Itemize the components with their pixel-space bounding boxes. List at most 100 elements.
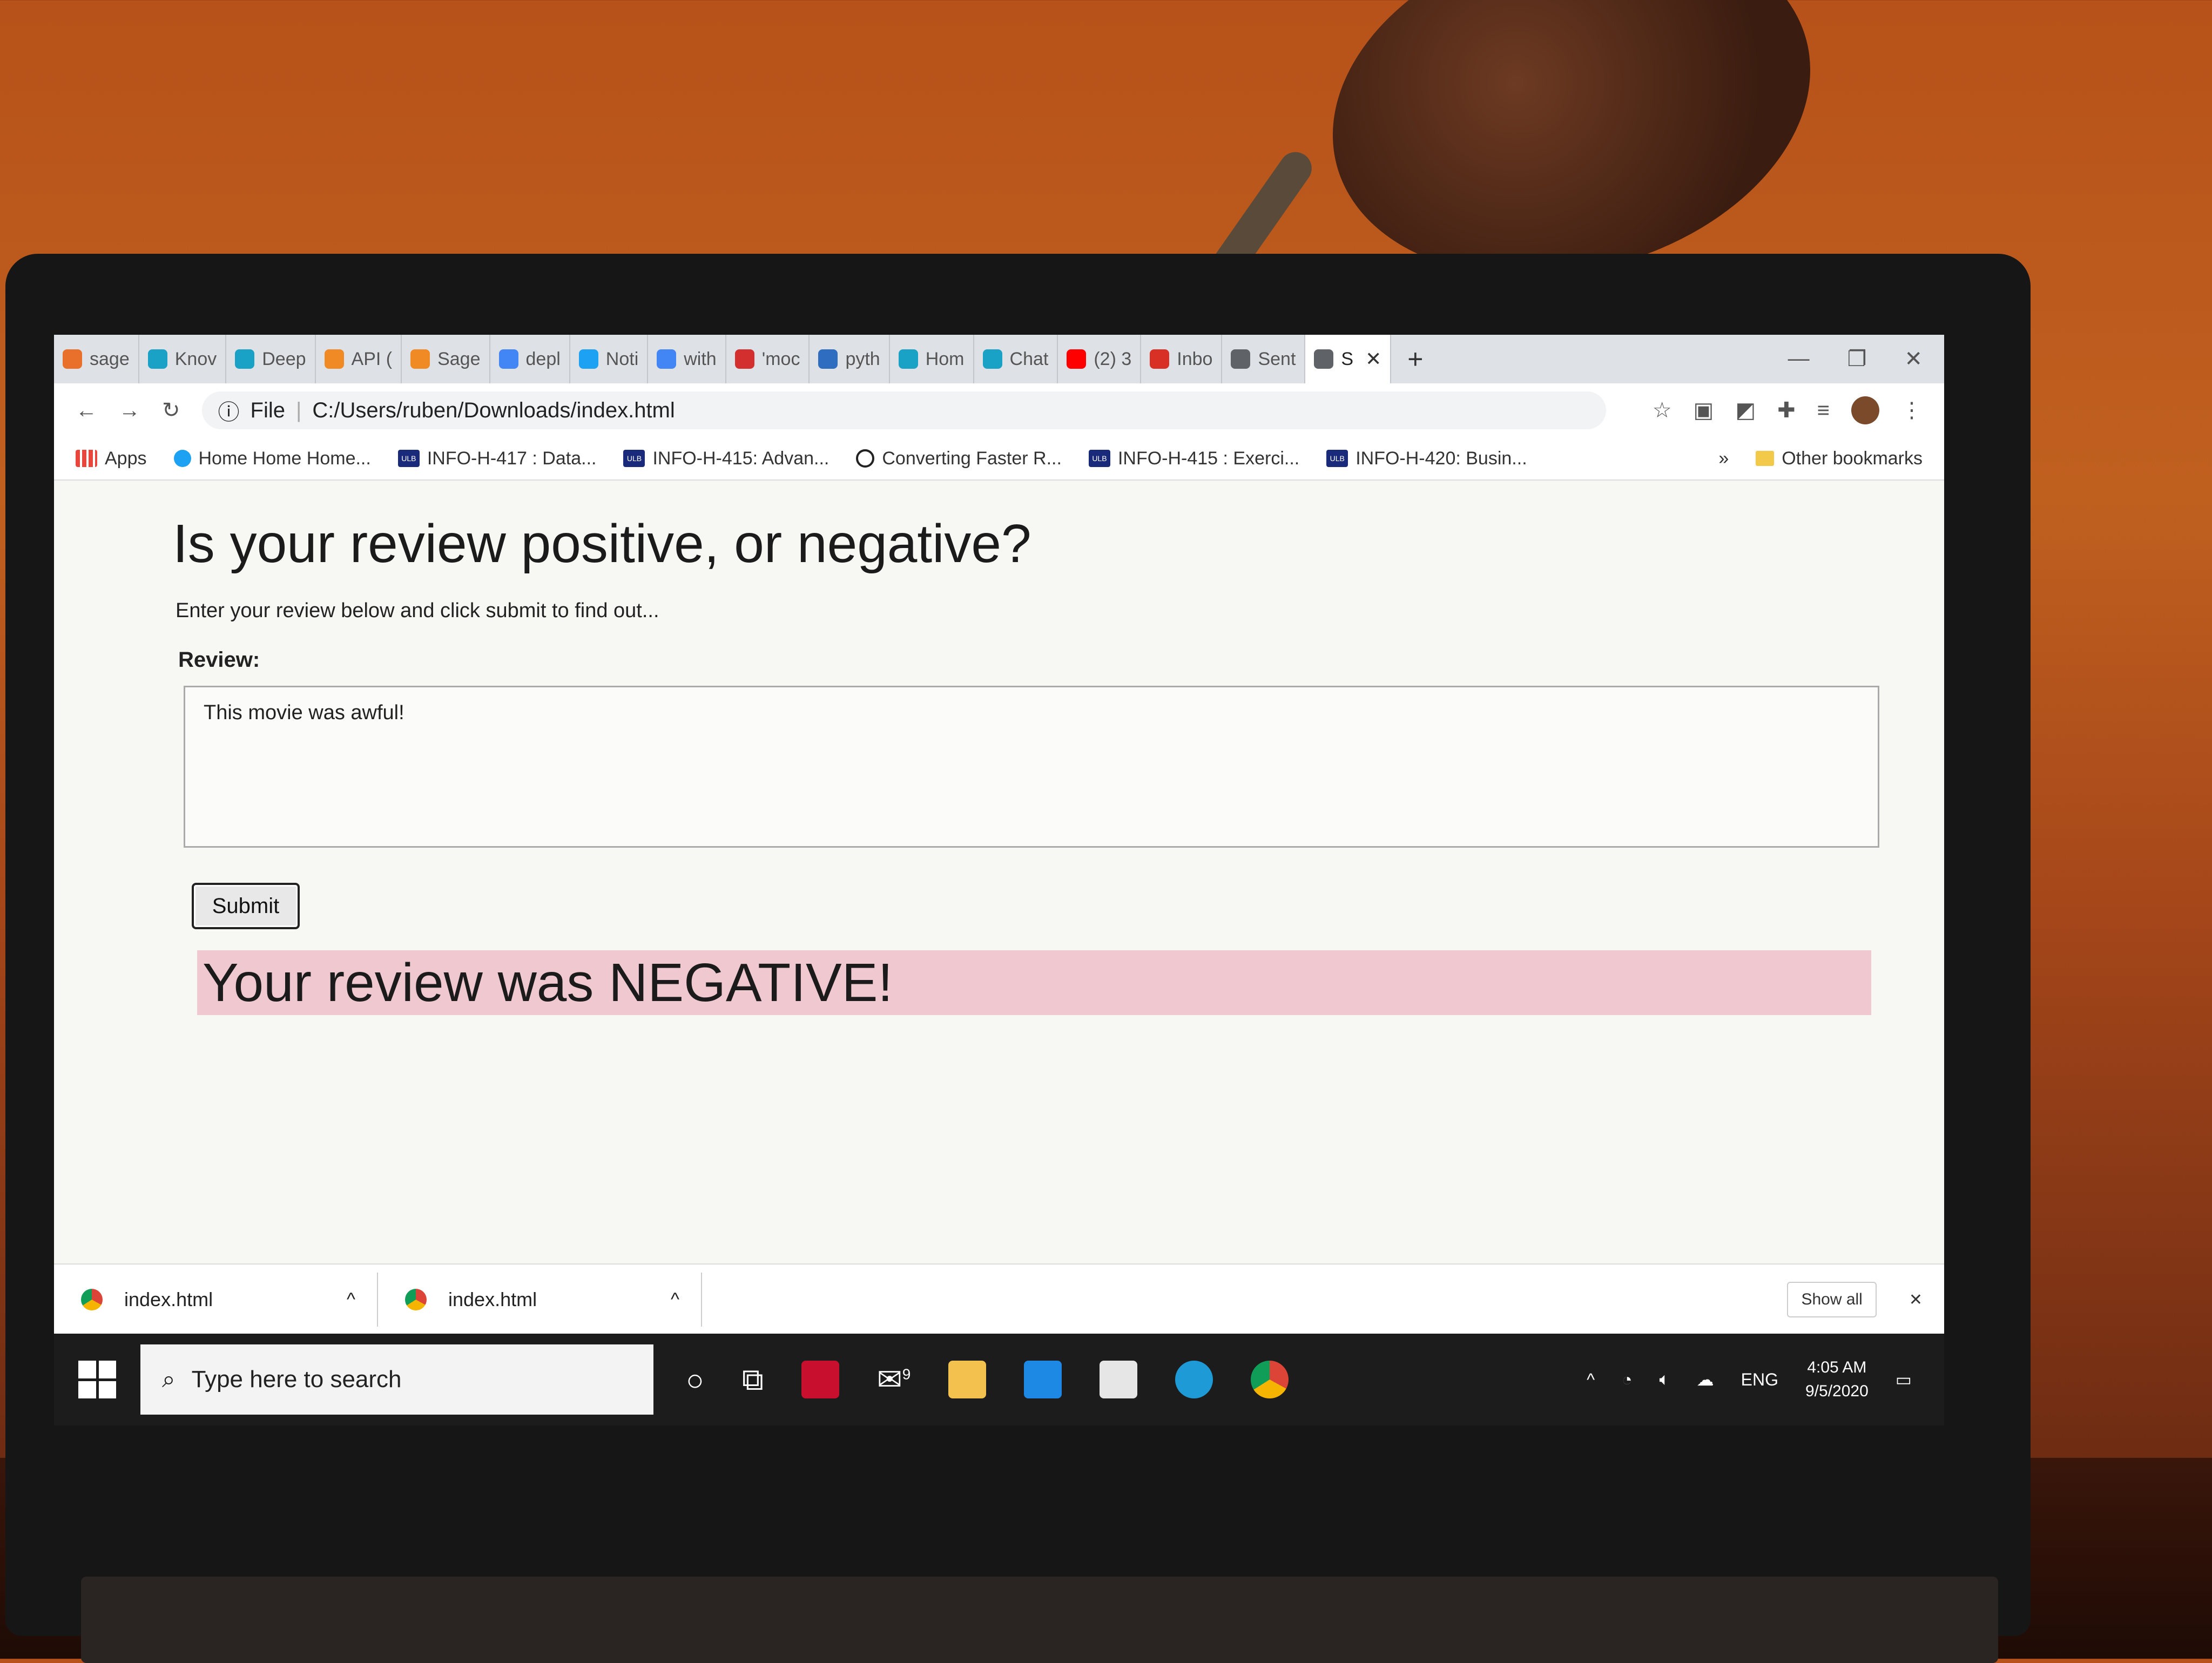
address-bar[interactable]: ⓘ File | C:/Users/ruben/Downloads/index.… [201,391,1606,429]
browser-tab[interactable]: sage [54,335,139,383]
tab-favicon-icon [898,349,918,369]
bookmark-star-icon[interactable]: ☆ [1653,398,1672,423]
mail-badge: 9 [902,1365,911,1383]
browser-tab[interactable]: Deep [226,335,316,383]
bookmark-item[interactable]: ULB INFO-H-415 : Exerci... [1088,448,1299,469]
chevron-up-icon[interactable]: ^ [347,1289,377,1310]
tab-favicon-icon [734,349,754,369]
other-bookmarks[interactable]: Other bookmarks [1756,448,1923,469]
browser-tab[interactable]: pyth [810,335,890,383]
close-downloads-icon[interactable]: ✕ [1909,1290,1923,1309]
extensions-puzzle-icon[interactable]: ✚ [1777,398,1796,423]
tab-label: Chat [1009,348,1049,369]
taskbar: ⌕ Type here to search ○ ⧉ ✉9 ^ ◔ 🔈︎ ☁ EN… [54,1334,1944,1425]
reload-icon[interactable]: ↻ [162,398,180,423]
downloads-actions: Show all ✕ [1787,1282,1944,1317]
submit-button[interactable]: Submit [192,883,300,929]
window-controls: — ❐ ✕ [1788,347,1944,371]
browser-tab[interactable]: Noti [570,335,649,383]
menu-kebab-icon[interactable]: ⋮ [1901,398,1923,423]
search-icon: ⌕ [162,1366,176,1392]
review-label: Review: [178,648,260,672]
ulb-icon: ULB [1088,450,1110,467]
browser-tab[interactable]: Knov [139,335,227,383]
browser-tab[interactable]: depl [490,335,570,383]
toolbar-actions: ☆ ▣ ◩ ✚ ≡ ⋮ [1653,396,1944,424]
tray-chevron-up-icon[interactable]: ^ [1587,1370,1595,1390]
tab-favicon-icon [498,349,518,369]
tab-favicon-icon [410,349,430,369]
browser-tab[interactable]: Chat [974,335,1058,383]
volume-icon[interactable]: 🔈︎ [1659,1369,1669,1390]
bookmark-item[interactable]: ULB INFO-H-417 : Data... [397,448,596,469]
review-textarea[interactable]: This movie was awful! [184,686,1879,848]
tab-favicon-icon [1314,349,1334,369]
browser-tab[interactable]: Sent [1222,335,1306,383]
show-all-button[interactable]: Show all [1787,1282,1877,1317]
task-view-icon[interactable]: ⧉ [742,1362,764,1398]
screen: sage Knov Deep API (Sage depl Noti with 'moc pyt… [54,335,1944,1425]
download-item[interactable]: index.html ^ [378,1273,702,1327]
media-control-icon[interactable]: ≡ [1817,398,1830,423]
download-item[interactable]: index.html ^ [54,1273,378,1327]
store-icon[interactable] [1100,1361,1138,1398]
profile-avatar[interactable] [1851,396,1879,424]
cortana-icon[interactable]: ○ [686,1362,704,1397]
bookmark-label: Converting Faster R... [882,448,1062,469]
forward-icon[interactable]: → [119,398,140,423]
close-window-icon[interactable]: ✕ [1904,347,1923,371]
browser-tab[interactable]: Sage [402,335,490,383]
browser-tab[interactable]: Hom [890,335,974,383]
tab-label: Deep [262,348,306,369]
bookmark-item[interactable]: ULB INFO-H-415: Advan... [623,448,829,469]
chrome-icon[interactable] [1251,1361,1289,1398]
taskbar-search[interactable]: ⌕ Type here to search [140,1344,653,1415]
twitter-icon [173,450,191,467]
clock[interactable]: 4:05 AM 9/5/2020 [1805,1356,1869,1403]
browser-tab[interactable]: 'moc [726,335,810,383]
launcher-l-icon[interactable] [1024,1361,1062,1398]
restore-icon[interactable]: ❐ [1847,347,1867,371]
extension-icon[interactable]: ▣ [1694,398,1714,423]
bookmarks-overflow-button[interactable]: » [1718,448,1729,469]
minimize-icon[interactable]: — [1788,347,1810,371]
language-indicator[interactable]: ENG [1741,1370,1778,1390]
taskbar-apps: ○ ⧉ ✉9 [686,1361,1289,1398]
tab-close-icon[interactable]: ✕ [1365,348,1381,370]
notifications-icon[interactable]: ▭ [1896,1369,1912,1390]
search-placeholder: Type here to search [191,1366,402,1392]
edge-icon[interactable] [1175,1361,1213,1398]
pdf-extension-icon[interactable]: ◩ [1735,398,1756,423]
info-icon[interactable]: ⓘ [218,395,240,426]
other-bookmarks-label: Other bookmarks [1782,448,1923,469]
browser-tab[interactable]: with [648,335,726,383]
bookmarks-bar: Apps Home Home Home... ULB INFO-H-417 : Dat… [54,437,1944,481]
bookmark-item[interactable]: ULB INFO-H-420: Busin... [1326,448,1527,469]
chrome-file-icon [405,1289,427,1310]
browser-tab[interactable]: S ✕ [1305,335,1392,383]
download-filename: index.html [448,1288,537,1310]
browser-toolbar: ← → ↻ ⓘ File | C:/Users/ruben/Downloads/… [54,383,1944,437]
tab-label: pyth [845,348,880,369]
back-icon[interactable]: ← [76,398,97,423]
folder-icon [1756,451,1775,466]
windows-start-icon[interactable] [78,1361,116,1398]
bookmark-item[interactable]: Home Home Home... [173,448,371,469]
network-icon[interactable]: ◔ [1622,1370,1632,1390]
file-explorer-icon[interactable] [948,1361,987,1398]
bookmark-item[interactable]: Converting Faster R... [856,448,1062,469]
ulb-icon: ULB [397,450,420,467]
mail-icon[interactable]: ✉9 [877,1362,911,1397]
browser-tab[interactable]: Inbo [1141,335,1223,383]
chevron-up-icon[interactable]: ^ [671,1289,701,1310]
tab-label: Inbo [1177,348,1213,369]
bookmark-item[interactable]: Apps [76,448,147,469]
mcafee-icon[interactable] [801,1361,839,1398]
browser-tab[interactable]: API ( [316,335,402,383]
tab-favicon-icon [982,349,1002,369]
tab-favicon-icon [657,349,677,369]
new-tab-button[interactable]: + [1391,343,1439,375]
cloud-icon[interactable]: ☁ [1697,1369,1714,1390]
result-banner: Your review was NEGATIVE! [197,950,1871,1015]
browser-tab[interactable]: (2) 3 [1058,335,1142,383]
